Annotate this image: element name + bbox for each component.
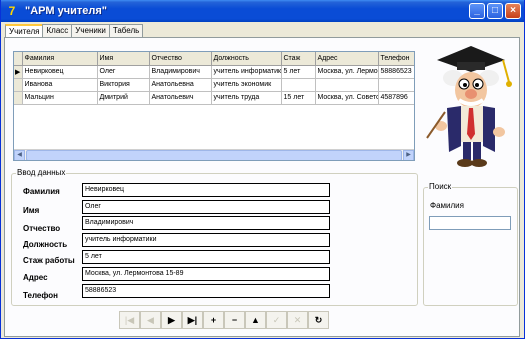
- table-cell[interactable]: учитель экономик: [211, 78, 282, 92]
- position-field[interactable]: учитель информатики: [82, 233, 330, 247]
- lastname-label: Фамилия: [23, 187, 60, 196]
- search-lastname-input[interactable]: [429, 216, 511, 230]
- column-header-firstname[interactable]: Имя: [97, 52, 150, 66]
- table-row[interactable]: ▶ Невирковец Олег Владимирович учитель и…: [14, 65, 414, 79]
- next-record-icon[interactable]: ▶: [161, 311, 182, 329]
- last-record-icon[interactable]: ▶|: [182, 311, 203, 329]
- address-label: Адрес: [23, 273, 48, 282]
- table-cell[interactable]: Невирковец: [22, 65, 98, 79]
- current-row-indicator-icon: ▶: [14, 65, 23, 79]
- first-record-icon[interactable]: |◀: [119, 311, 140, 329]
- row-indicator: [14, 78, 23, 92]
- patronymic-field[interactable]: Владимирович: [82, 216, 330, 230]
- delphi-app-icon: 7: [8, 4, 16, 18]
- column-header-patronymic[interactable]: Отчество: [149, 52, 212, 66]
- table-cell[interactable]: Владимирович: [149, 65, 212, 79]
- db-navigator: |◀ ◀ ▶ ▶| + − ▲ ✓ ✕ ↻: [119, 311, 329, 329]
- table-cell[interactable]: Москва, ул. Лермо: [315, 65, 379, 79]
- teachers-grid[interactable]: Фамилия Имя Отчество Должность Стаж Адре…: [13, 51, 415, 161]
- insert-record-icon[interactable]: +: [203, 311, 224, 329]
- table-row[interactable]: Мальцин Дмитрий Анатольевич учитель труд…: [14, 91, 414, 105]
- lastname-field[interactable]: Невирковец: [82, 183, 330, 197]
- table-cell[interactable]: Дмитрий: [97, 91, 150, 105]
- table-cell[interactable]: 15 лет: [281, 91, 316, 105]
- tab-class[interactable]: Класс: [42, 24, 73, 38]
- app-window: 7 "АРМ учителя" _ □ × Учителя Класс Учен…: [0, 0, 525, 339]
- tab-strip: Учителя Класс Ученики Табель: [5, 24, 144, 39]
- table-cell[interactable]: 5 лет: [281, 65, 316, 79]
- column-header-experience[interactable]: Стаж: [281, 52, 316, 66]
- table-cell[interactable]: учитель труда: [211, 91, 282, 105]
- column-header-lastname[interactable]: Фамилия: [22, 52, 98, 66]
- table-cell[interactable]: Иванова: [22, 78, 98, 92]
- experience-field[interactable]: 5 лет: [82, 250, 330, 264]
- table-cell[interactable]: Мальцин: [22, 91, 98, 105]
- search-group-title: Поиск: [428, 182, 453, 191]
- delete-record-icon[interactable]: −: [224, 311, 245, 329]
- table-cell[interactable]: Анатольевна: [149, 78, 212, 92]
- firstname-field[interactable]: Олег: [82, 200, 330, 214]
- minimize-button[interactable]: _: [469, 3, 485, 19]
- cancel-record-icon[interactable]: ✕: [287, 311, 308, 329]
- prior-record-icon[interactable]: ◀: [140, 311, 161, 329]
- scroll-left-icon[interactable]: ◀: [14, 150, 25, 160]
- table-cell[interactable]: [315, 78, 379, 92]
- maximize-button[interactable]: □: [487, 3, 503, 19]
- position-label: Должность: [23, 240, 68, 249]
- horizontal-scrollbar[interactable]: ◀ ▶: [14, 149, 414, 160]
- tab-report-card[interactable]: Табель: [108, 24, 144, 38]
- professor-mascot-image: [426, 46, 512, 167]
- phone-field[interactable]: 58886523: [82, 284, 330, 298]
- table-cell[interactable]: Москва, ул. Советс: [315, 91, 379, 105]
- post-record-icon[interactable]: ✓: [266, 311, 287, 329]
- title-bar[interactable]: 7 "АРМ учителя" _ □ ×: [1, 0, 524, 22]
- grid-header-row: Фамилия Имя Отчество Должность Стаж Адре…: [14, 52, 414, 66]
- address-field[interactable]: Москва, ул. Лермонтова 15-89: [82, 267, 330, 281]
- table-cell[interactable]: Анатольевич: [149, 91, 212, 105]
- table-cell[interactable]: 4587896: [378, 91, 414, 105]
- edit-record-icon[interactable]: ▲: [245, 311, 266, 329]
- scroll-thumb[interactable]: [26, 150, 402, 160]
- experience-label: Стаж работы: [23, 256, 75, 265]
- table-cell[interactable]: [378, 78, 414, 92]
- table-row[interactable]: Иванова Виктория Анатольевна учитель эко…: [14, 78, 414, 92]
- firstname-label: Имя: [23, 206, 40, 215]
- indicator-header: [14, 52, 23, 66]
- phone-label: Телефон: [23, 291, 58, 300]
- table-cell[interactable]: Виктория: [97, 78, 150, 92]
- scroll-right-icon[interactable]: ▶: [403, 150, 414, 160]
- input-data-group-title: Ввод данных: [16, 168, 67, 177]
- window-title: "АРМ учителя": [25, 5, 107, 17]
- close-button[interactable]: ×: [505, 3, 521, 19]
- column-header-address[interactable]: Адрес: [315, 52, 379, 66]
- refresh-record-icon[interactable]: ↻: [308, 311, 329, 329]
- search-lastname-label: Фамилия: [430, 201, 464, 210]
- table-cell[interactable]: [281, 78, 316, 92]
- tab-students[interactable]: Ученики: [71, 24, 110, 38]
- table-cell[interactable]: учитель информатик: [211, 65, 282, 79]
- row-indicator: [14, 91, 23, 105]
- patronymic-label: Отчество: [23, 224, 61, 233]
- column-header-position[interactable]: Должность: [211, 52, 282, 66]
- column-header-phone[interactable]: Телефон: [378, 52, 414, 66]
- table-cell[interactable]: 58886523: [378, 65, 414, 79]
- table-cell[interactable]: Олег: [97, 65, 150, 79]
